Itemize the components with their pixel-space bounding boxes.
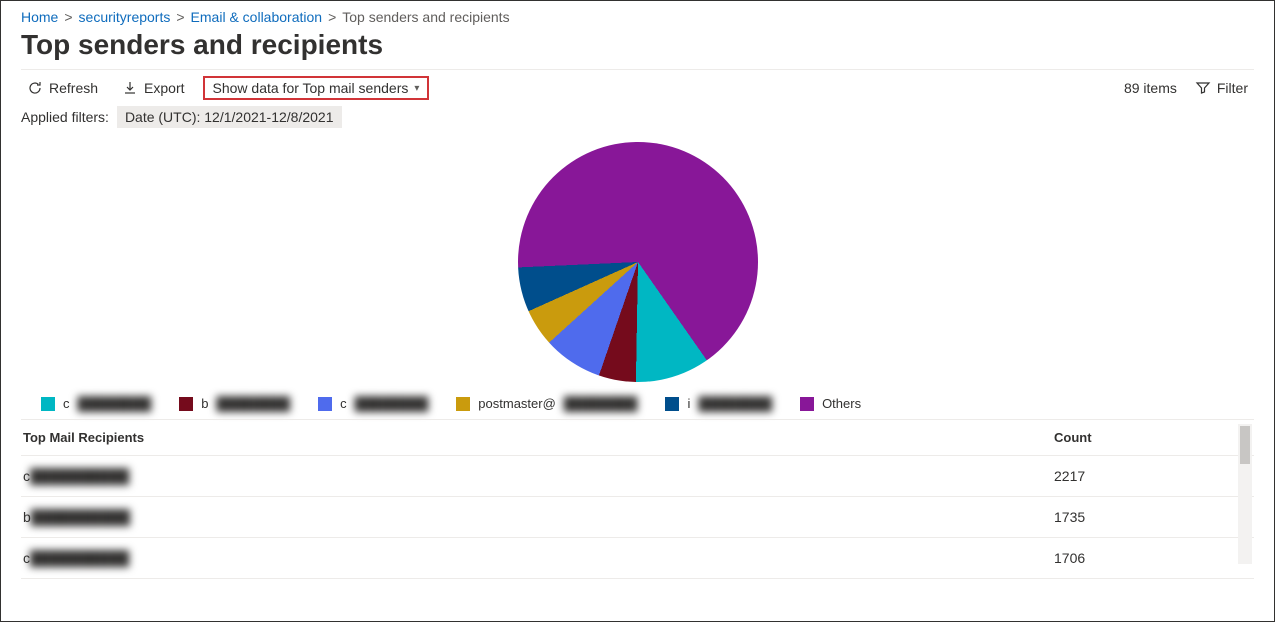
cell-name: c██████████ [21, 550, 1054, 566]
applied-filters: Applied filters: Date (UTC): 12/1/2021-1… [21, 106, 1254, 128]
toolbar: Refresh Export Show data for Top mail se… [21, 76, 1254, 100]
chevron-right-icon: > [176, 9, 184, 25]
redacted-text: ██████████ [31, 509, 130, 525]
column-header-count[interactable]: Count [1054, 430, 1254, 445]
legend-label: postmaster@ [478, 396, 556, 411]
filter-chip-date[interactable]: Date (UTC): 12/1/2021-12/8/2021 [117, 106, 342, 128]
refresh-button[interactable]: Refresh [21, 76, 104, 100]
table-header: Top Mail Recipients Count [21, 420, 1254, 456]
legend-label: c [63, 396, 70, 411]
filter-button[interactable]: Filter [1189, 76, 1254, 100]
export-button[interactable]: Export [116, 76, 190, 100]
redacted-text: ████████ [698, 396, 772, 411]
table-row[interactable]: c██████████1706 [21, 538, 1254, 579]
cell-name: c██████████ [21, 468, 1054, 484]
breadcrumb: Home > securityreports > Email & collabo… [21, 9, 1254, 25]
filter-icon [1195, 80, 1211, 96]
breadcrumb-email-collab[interactable]: Email & collaboration [191, 9, 323, 25]
redacted-text: ██████████ [30, 468, 129, 484]
applied-filters-label: Applied filters: [21, 109, 109, 125]
table-row[interactable]: c██████████2217 [21, 456, 1254, 497]
pie-chart-graphic [518, 142, 758, 382]
filter-label: Filter [1217, 80, 1248, 96]
divider [21, 69, 1254, 70]
redacted-text: ████████ [216, 396, 290, 411]
show-data-dropdown[interactable]: Show data for Top mail senders ▾ [203, 76, 430, 100]
export-label: Export [144, 80, 184, 96]
legend-swatch [665, 397, 679, 411]
show-data-dropdown-label: Show data for Top mail senders [213, 80, 409, 96]
chevron-right-icon: > [328, 9, 336, 25]
legend-swatch [179, 397, 193, 411]
legend-label: b [201, 396, 208, 411]
breadcrumb-securityreports[interactable]: securityreports [79, 9, 171, 25]
legend-swatch [318, 397, 332, 411]
cell-count: 2217 [1054, 468, 1254, 484]
chevron-right-icon: > [64, 9, 72, 25]
scrollbar[interactable] [1238, 424, 1252, 564]
refresh-label: Refresh [49, 80, 98, 96]
legend-item[interactable]: c ████████ [41, 396, 151, 411]
legend-item[interactable]: b ████████ [179, 396, 290, 411]
download-icon [122, 80, 138, 96]
breadcrumb-home[interactable]: Home [21, 9, 58, 25]
legend-label: i [687, 396, 690, 411]
legend-item[interactable]: i ████████ [665, 396, 772, 411]
legend-item[interactable]: postmaster@ ████████ [456, 396, 637, 411]
redacted-text: ████████ [564, 396, 638, 411]
legend-item[interactable]: Others [800, 396, 861, 411]
items-count: 89 items [1124, 80, 1177, 96]
redacted-text: ██████████ [30, 550, 129, 566]
legend-swatch [41, 397, 55, 411]
pie-chart [21, 142, 1254, 382]
legend-label: Others [822, 396, 861, 411]
column-header-name[interactable]: Top Mail Recipients [21, 430, 1054, 445]
cell-name: b██████████ [21, 509, 1054, 525]
legend-label: c [340, 396, 347, 411]
refresh-icon [27, 80, 43, 96]
cell-count: 1735 [1054, 509, 1254, 525]
redacted-text: ████████ [78, 396, 152, 411]
page-title: Top senders and recipients [21, 29, 1254, 61]
chart-legend: c ████████ b ████████ c ████████ postmaster@ ██… [21, 392, 1254, 419]
legend-swatch [456, 397, 470, 411]
legend-item[interactable]: c ████████ [318, 396, 428, 411]
legend-swatch [800, 397, 814, 411]
scrollbar-thumb[interactable] [1240, 426, 1250, 464]
breadcrumb-current: Top senders and recipients [342, 9, 509, 25]
chevron-down-icon: ▾ [414, 83, 419, 94]
redacted-text: ████████ [355, 396, 429, 411]
table-row[interactable]: b██████████1735 [21, 497, 1254, 538]
table: Top Mail Recipients Count c██████████221… [21, 419, 1254, 579]
cell-count: 1706 [1054, 550, 1254, 566]
